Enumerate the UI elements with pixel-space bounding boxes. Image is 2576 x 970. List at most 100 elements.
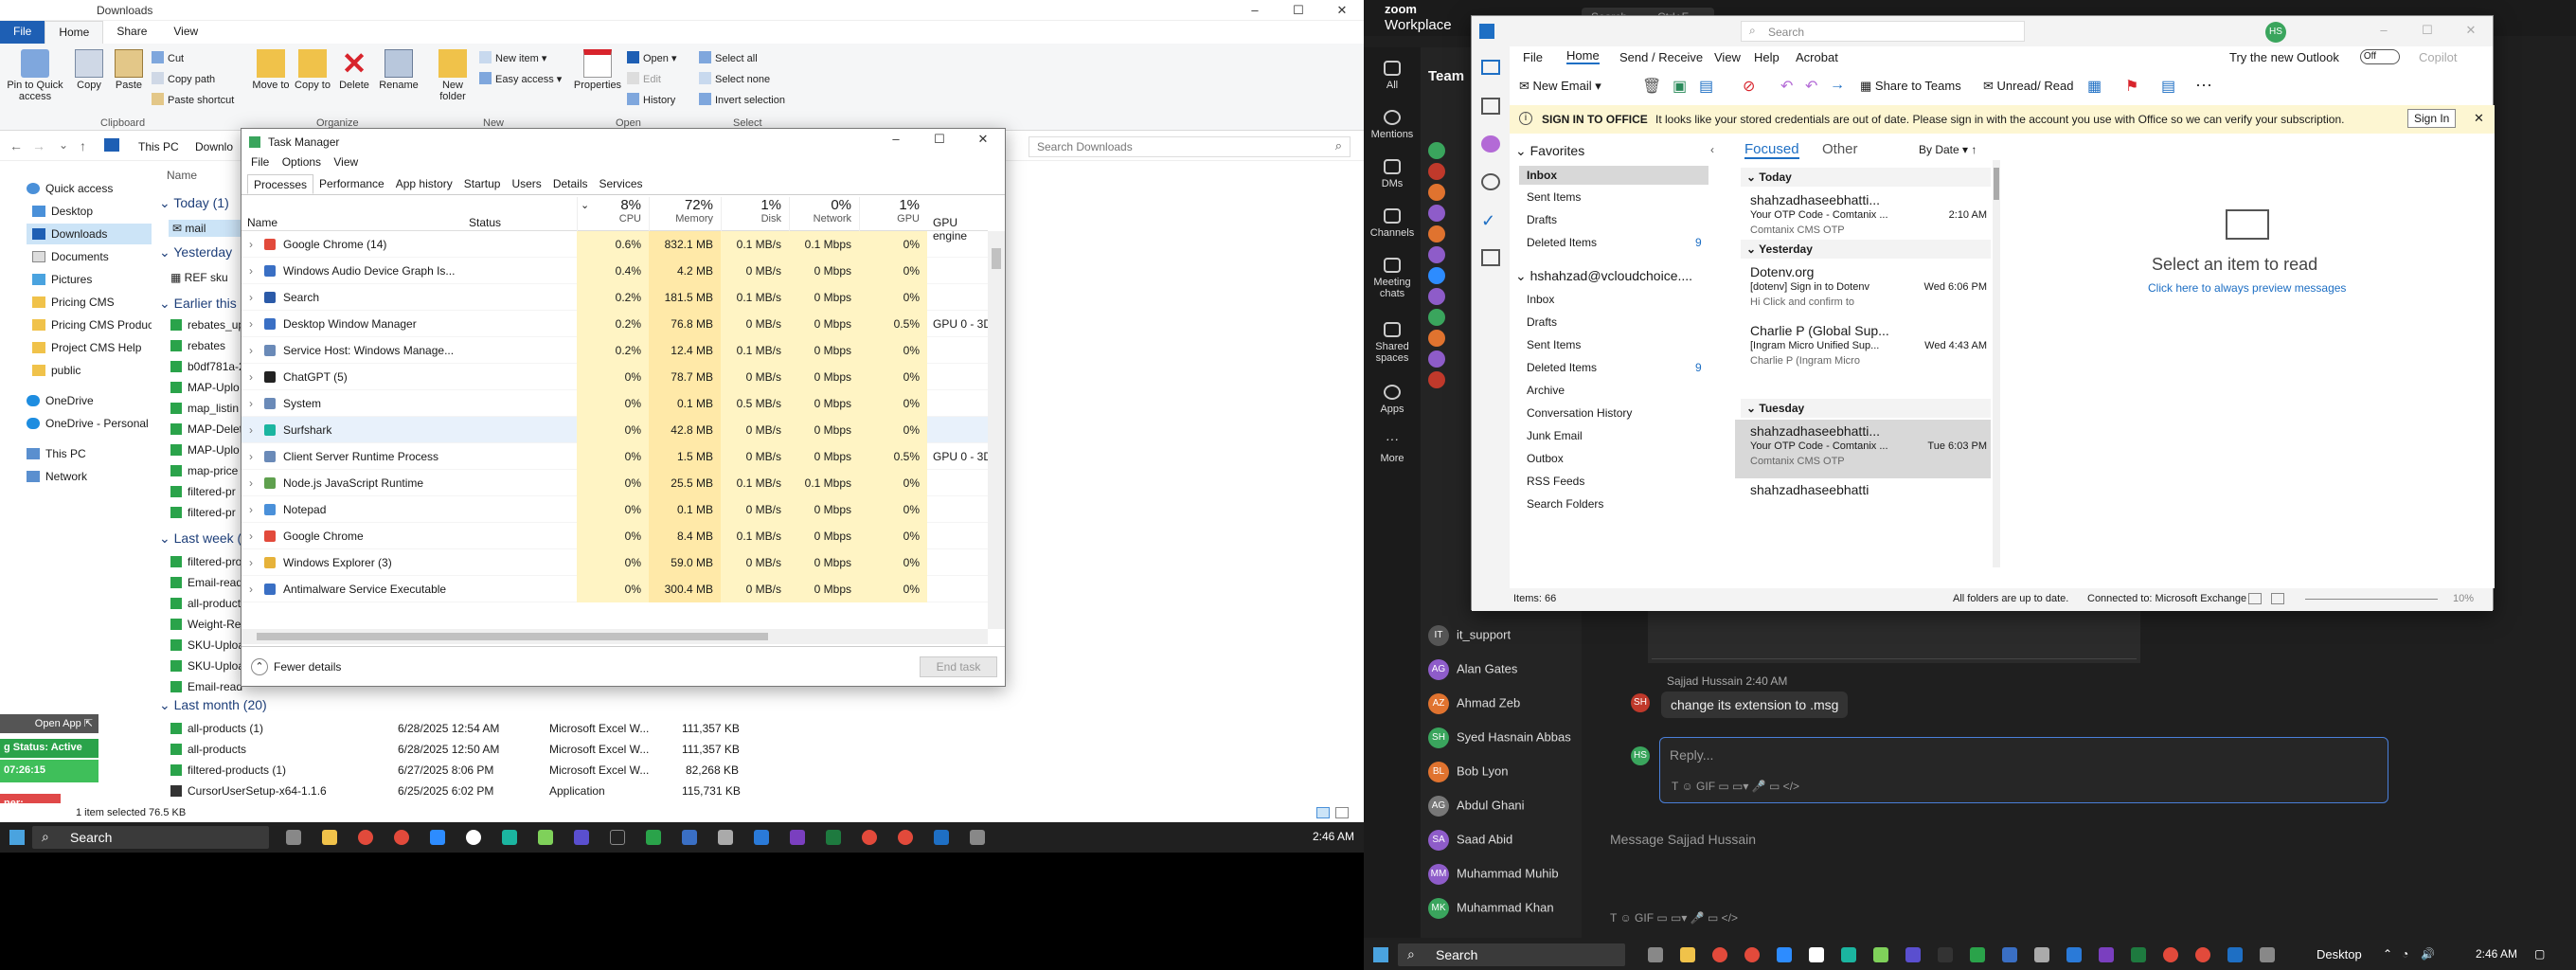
process-row[interactable]: › Windows Explorer (3) 0% 59.0 MB 0 MB/s 0 Mb… — [242, 549, 988, 576]
avatar[interactable] — [1428, 309, 1445, 326]
file-row[interactable]: all-products 6/28/2025 12:50 AM Microsoft … — [170, 743, 1118, 762]
vscode-icon[interactable] — [754, 830, 769, 845]
mail-group-header[interactable]: ⌄ Today — [1741, 168, 1991, 187]
easy-access-button[interactable]: Easy access ▾ — [479, 72, 562, 85]
new-folder-button[interactable]: New folder — [432, 49, 474, 102]
chat-item[interactable]: SA Saad Abid — [1428, 830, 1512, 858]
zoom-icon[interactable] — [1777, 947, 1792, 962]
file-row[interactable]: all-product — [170, 597, 241, 610]
nav-quick-access[interactable]: Quick access — [27, 178, 113, 199]
people-icon[interactable] — [1481, 173, 1500, 190]
group-header-last-week[interactable]: ⌄ Last week ( — [159, 530, 242, 547]
tab-other[interactable]: Other — [1822, 141, 1858, 157]
rail-apps[interactable]: Apps — [1364, 385, 1421, 415]
apps-icon[interactable] — [1481, 249, 1500, 266]
app-icon[interactable] — [538, 830, 553, 845]
file-row[interactable]: filtered-pro — [170, 555, 242, 568]
nav-onedrive[interactable]: OneDrive — [27, 390, 94, 411]
chrome-icon[interactable] — [358, 830, 373, 845]
terminal-icon[interactable] — [610, 830, 625, 845]
expand-chevron-icon[interactable]: › — [249, 238, 253, 251]
tab-share[interactable]: Share — [103, 21, 160, 44]
move-icon[interactable]: ▤ — [1699, 77, 1713, 96]
file-row[interactable]: map_listin — [170, 402, 239, 415]
folder-item[interactable]: Sent Items — [1527, 338, 1581, 351]
group-header-last-month[interactable]: ⌄ Last month (20) — [159, 697, 267, 713]
process-row[interactable]: › Google Chrome 0% 8.4 MB 0.1 MB/s 0 Mbps 0% — [242, 523, 988, 549]
nav-public[interactable]: public — [32, 360, 80, 381]
fav-drafts[interactable]: Drafts — [1527, 213, 1557, 226]
tab-details[interactable]: Details — [547, 174, 594, 194]
report-icon[interactable]: ⊘ — [1743, 77, 1755, 96]
expand-chevron-icon[interactable]: › — [249, 556, 253, 569]
process-row[interactable]: › Surfshark 0% 42.8 MB 0 MB/s 0 Mbps 0% — [242, 417, 988, 443]
file-row[interactable]: ✉ mail — [169, 220, 244, 237]
rules-icon[interactable]: ▤ — [2161, 77, 2175, 96]
chat-item[interactable]: MM Muhammad Muhib — [1428, 864, 1559, 892]
close-icon[interactable]: ✕ — [2474, 111, 2484, 126]
fav-sent-items[interactable]: Sent Items — [1527, 190, 1581, 204]
menu-help[interactable]: Help — [1754, 50, 1780, 64]
nav-pricing-cms-produc[interactable]: Pricing CMS Produc — [32, 314, 153, 335]
chatgpt-icon[interactable] — [1809, 947, 1824, 962]
file-row[interactable]: filtered-products (1) 6/27/2025 8:06 PM Mi… — [170, 763, 1118, 782]
new-email-button[interactable]: ✉ New Email ▾ — [1519, 79, 1601, 94]
copy-to-button[interactable]: Copy to — [294, 49, 331, 91]
avatar[interactable] — [1428, 142, 1445, 159]
tab-users[interactable]: Users — [506, 174, 546, 194]
chrome-icon[interactable] — [862, 830, 877, 845]
desktop-label[interactable]: Desktop — [2317, 947, 2362, 961]
folder-item[interactable]: Drafts — [1527, 315, 1557, 329]
avatar[interactable] — [1428, 225, 1445, 242]
edit-button[interactable]: Edit — [627, 72, 661, 85]
process-row[interactable]: › Antimalware Service Executable 0% 300.4 M… — [242, 576, 988, 602]
process-row[interactable]: › System 0% 0.1 MB 0.5 MB/s 0 Mbps 0% — [242, 390, 988, 417]
taskbar-search[interactable]: ⌕ Search — [1398, 943, 1625, 966]
delete-button[interactable]: ✕ Delete — [335, 48, 373, 91]
file-explorer-icon[interactable] — [1680, 947, 1695, 962]
task-manager-icon[interactable] — [970, 830, 985, 845]
chat-item[interactable]: AG Abdul Ghani — [1428, 796, 1525, 824]
cut-button[interactable]: Cut — [152, 51, 184, 64]
file-row[interactable]: Email-read — [170, 576, 242, 589]
history-button[interactable]: History — [627, 93, 675, 106]
nav-onedrive-personal[interactable]: OneDrive - Personal — [27, 413, 149, 434]
fav-deleted-items[interactable]: Deleted Items — [1527, 236, 1597, 249]
menu-send-receive[interactable]: Send / Receive — [1619, 50, 1703, 64]
delete-icon[interactable]: 🗑 — [1642, 77, 1661, 96]
task-view-icon[interactable] — [1648, 947, 1663, 962]
expand-chevron-icon[interactable]: › — [249, 291, 253, 304]
reply-box[interactable]: Reply... T ☺ GIF ▭ ▭▾ 🎤 ▭ </> — [1659, 737, 2388, 803]
process-row[interactable]: › ChatGPT (5) 0% 78.7 MB 0 MB/s 0 Mbps 0% — [242, 364, 988, 390]
tab-app-history[interactable]: App history — [390, 174, 458, 194]
paste-shortcut-button[interactable]: Paste shortcut — [152, 93, 234, 106]
menu-options[interactable]: Options — [282, 155, 321, 169]
select-none-button[interactable]: Select none — [699, 72, 770, 85]
excel-icon[interactable] — [646, 830, 661, 845]
process-row[interactable]: › Notepad 0% 0.1 MB 0 MB/s 0 Mbps 0% — [242, 496, 988, 523]
chrome-icon[interactable] — [394, 830, 409, 845]
file-row[interactable]: rebates_up — [170, 318, 244, 332]
copilot-button[interactable]: Copilot — [2419, 50, 2457, 64]
avatar[interactable] — [1428, 184, 1445, 201]
maximize-button[interactable]: ☐ — [918, 129, 961, 150]
invert-selection-button[interactable]: Invert selection — [699, 93, 785, 106]
file-row[interactable]: ▦ REF sku — [170, 271, 228, 284]
column-header-name[interactable]: Name — [167, 169, 197, 182]
format-toolbar[interactable]: T ☺ GIF ▭ ▭▾ 🎤 ▭ </> — [1672, 780, 1799, 793]
windows-start-icon[interactable] — [1373, 947, 1388, 962]
expand-chevron-icon[interactable]: › — [249, 370, 253, 384]
select-all-button[interactable]: Select all — [699, 51, 758, 64]
preview-messages-link[interactable]: Click here to always preview messages — [2148, 281, 2346, 295]
mail-item[interactable]: shahzadhaseebhatti... Your OTP Code - Com… — [1735, 189, 1991, 247]
open-button[interactable]: Open ▾ — [627, 51, 677, 64]
fewer-details-link[interactable]: Fewer details — [274, 660, 341, 674]
flag-icon[interactable]: ⚑ — [2125, 77, 2138, 96]
folder-item[interactable]: Archive — [1527, 384, 1565, 397]
tab-services[interactable]: Services — [594, 174, 649, 194]
nav-downloads[interactable]: Downloads — [27, 224, 152, 244]
horizontal-scrollbar[interactable] — [242, 629, 988, 644]
details-view-icon[interactable] — [1316, 807, 1330, 818]
fav-inbox[interactable]: Inbox — [1519, 166, 1708, 185]
rail-meeting-chats[interactable]: Meeting chats — [1364, 258, 1421, 299]
